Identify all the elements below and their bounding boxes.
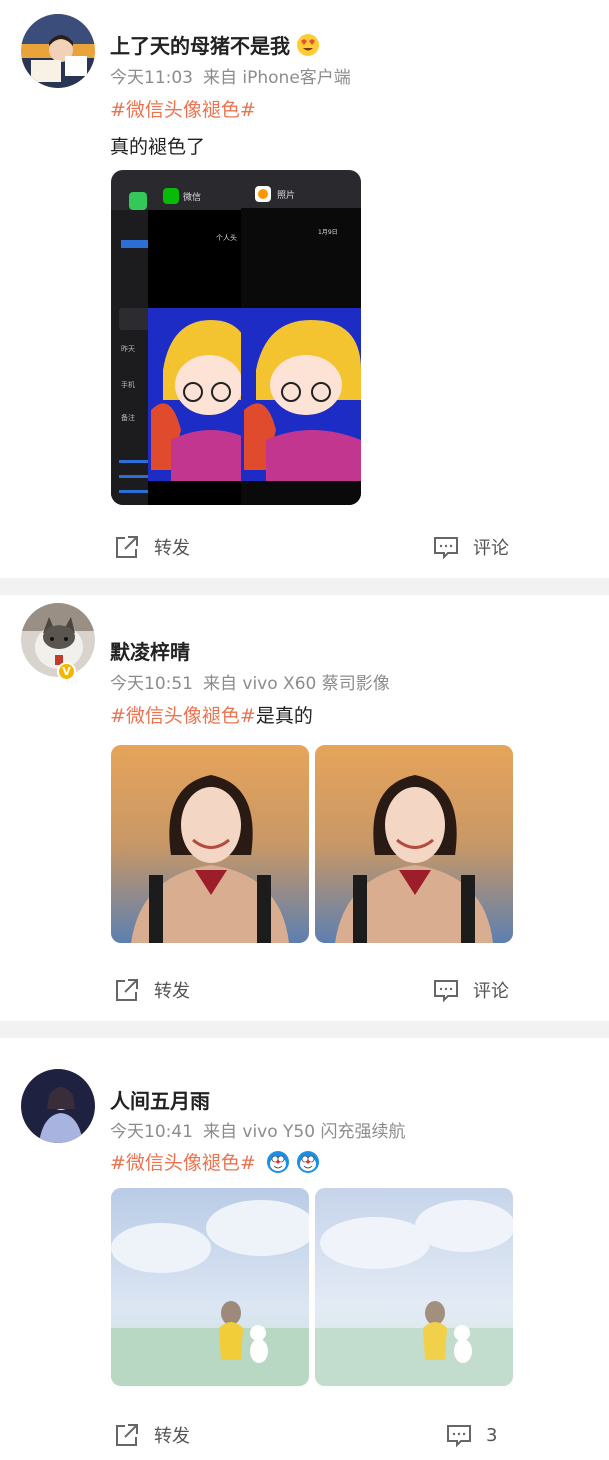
username-text[interactable]: 人间五月雨 <box>110 1085 210 1114</box>
repost-label: 转发 <box>154 1426 190 1447</box>
post-image-2[interactable] <box>315 1188 513 1386</box>
username-text[interactable]: 上了天的母猪不是我 <box>110 30 290 59</box>
post-image[interactable]: 昨天 手机 备注 个人头 微信 照片 1月9日 <box>111 170 361 505</box>
topic-line: #微信头像褪色# <box>110 1148 320 1175</box>
username[interactable]: 上了天的母猪不是我 <box>110 30 320 59</box>
post-image-2[interactable] <box>315 745 513 943</box>
topic-link[interactable]: #微信头像褪色# <box>110 701 256 728</box>
portrait-photo <box>111 745 309 943</box>
post-separator <box>0 578 609 595</box>
comment-bubble-icon <box>434 537 458 560</box>
post-time: 今天10:51 <box>110 674 193 694</box>
post-meta: 今天11:03 来自 iPhone客户端 <box>110 63 351 88</box>
post-meta: 今天10:41 来自 vivo Y50 闪充强续航 <box>110 1117 405 1142</box>
repost-button[interactable]: 转发 <box>114 534 190 560</box>
share-box-icon <box>116 536 138 558</box>
post-2: V 默凌梓晴 今天10:51 来自 vivo X60 蔡司影像 #微信头像褪色# 是… <box>0 595 609 1021</box>
post-source: 来自 iPhone客户端 <box>203 68 351 88</box>
doraemon-emoji-icon <box>296 1150 320 1174</box>
repost-button[interactable]: 转发 <box>114 1422 190 1448</box>
contact-title: 个人头 <box>216 233 237 242</box>
repost-button[interactable]: 转发 <box>114 977 190 1003</box>
post-text: 是真的 <box>255 705 313 727</box>
heart-eyes-emoji-icon <box>296 33 320 57</box>
topic-link[interactable]: #微信头像褪色# <box>110 95 256 122</box>
post-time: 今天11:03 <box>110 68 193 88</box>
comment-count: 3 <box>486 1424 498 1446</box>
post-image-1[interactable] <box>111 1188 309 1386</box>
photos-label: 照片 <box>277 189 295 201</box>
photo-date: 1月9日 <box>318 229 338 236</box>
topic-line: #微信头像褪色# <box>110 95 256 122</box>
repost-label: 转发 <box>154 981 190 1002</box>
post-image-1[interactable] <box>111 745 309 943</box>
illustration-photo <box>315 1188 513 1386</box>
comment-bubble-icon <box>447 1425 471 1448</box>
username[interactable]: 默凌梓晴 <box>110 636 190 665</box>
comment-button[interactable]: 评论 <box>433 977 509 1003</box>
post-time: 今天10:41 <box>110 1122 193 1142</box>
app-switcher-screenshot: 昨天 手机 备注 个人头 微信 照片 1月9日 <box>111 170 361 505</box>
portrait-photo <box>315 745 513 943</box>
post-meta: 今天10:51 来自 vivo X60 蔡司影像 <box>110 669 390 694</box>
username[interactable]: 人间五月雨 <box>110 1085 210 1114</box>
illustration-photo <box>111 1188 309 1386</box>
post-source: 来自 vivo Y50 闪充强续航 <box>203 1122 406 1142</box>
avatar[interactable] <box>21 1069 95 1143</box>
comment-bubble-icon <box>434 980 458 1003</box>
post-1: 上了天的母猪不是我 今天11:03 来自 iPhone客户端 #微信头像褪色# 真… <box>0 0 609 578</box>
wechat-label: 微信 <box>183 191 201 203</box>
mobile-label: 手机 <box>121 380 135 389</box>
feed: 上了天的母猪不是我 今天11:03 来自 iPhone客户端 #微信头像褪色# 真… <box>0 0 609 1460</box>
comment-button[interactable]: 3 <box>446 1422 497 1448</box>
post-separator <box>0 1021 609 1038</box>
repost-label: 转发 <box>154 538 190 559</box>
share-box-icon <box>116 1424 138 1446</box>
verified-badge-icon: V <box>57 662 76 681</box>
note-label: 备注 <box>121 413 135 422</box>
topic-line: #微信头像褪色# 是真的 <box>110 701 313 728</box>
topic-link[interactable]: #微信头像褪色# <box>110 1148 256 1175</box>
comment-label: 评论 <box>473 538 509 559</box>
comment-button[interactable]: 评论 <box>433 534 509 560</box>
comment-label: 评论 <box>473 981 509 1002</box>
yesterday-label: 昨天 <box>121 344 135 353</box>
avatar[interactable] <box>21 14 95 88</box>
username-text[interactable]: 默凌梓晴 <box>110 636 190 665</box>
post-source: 来自 vivo X60 蔡司影像 <box>203 674 390 694</box>
post-3: 人间五月雨 今天10:41 来自 vivo Y50 闪充强续航 #微信头像褪色# <box>0 1038 609 1460</box>
share-box-icon <box>116 979 138 1001</box>
doraemon-emoji-icon <box>266 1150 290 1174</box>
post-text: 真的褪色了 <box>110 136 206 158</box>
